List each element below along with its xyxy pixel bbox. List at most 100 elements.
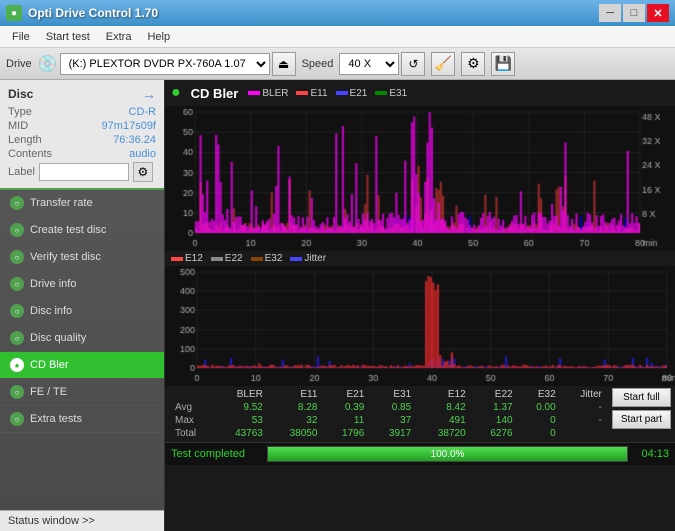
disc-info-icon: ○ — [10, 304, 24, 318]
drive-select[interactable]: (K:) PLEXTOR DVDR PX-760A 1.07 — [60, 53, 270, 75]
legend-e32-color — [251, 257, 263, 261]
create-test-disc-icon: ○ — [10, 223, 24, 237]
app-title: Opti Drive Control 1.70 — [28, 6, 158, 20]
sidebar-item-disc-quality[interactable]: ○ Disc quality — [0, 325, 164, 352]
legend-e11: E11 — [296, 88, 327, 99]
sidebar-item-verify-test-disc-label: Verify test disc — [30, 251, 101, 263]
legend-bler-label: BLER — [262, 88, 288, 99]
time-display: 04:13 — [634, 448, 669, 460]
legend-e31-label: E31 — [389, 88, 407, 99]
legend-e31: E31 — [375, 88, 407, 99]
sidebar-item-fe-te-label: FE / TE — [30, 386, 67, 398]
eject-button[interactable]: ⏏ — [272, 52, 296, 76]
disc-contents-label: Contents — [8, 148, 52, 160]
sidebar-item-disc-info[interactable]: ○ Disc info — [0, 298, 164, 325]
bler-chart — [165, 106, 675, 251]
col-e32: E32 — [519, 388, 562, 401]
disc-label-icon-button[interactable]: ⚙ — [133, 162, 153, 182]
legend-jitter-color — [290, 257, 302, 261]
start-part-button[interactable]: Start part — [612, 410, 671, 429]
legend-e21: E21 — [336, 88, 368, 99]
menu-start-test[interactable]: Start test — [38, 29, 98, 45]
sidebar-item-transfer-rate[interactable]: ○ Transfer rate — [0, 190, 164, 217]
window-controls: ─ □ ✕ — [599, 4, 669, 22]
sidebar-item-verify-test-disc[interactable]: ○ Verify test disc — [0, 244, 164, 271]
sidebar-item-fe-te[interactable]: ○ FE / TE — [0, 379, 164, 406]
progress-text: 100.0% — [268, 447, 627, 463]
close-button[interactable]: ✕ — [647, 4, 669, 22]
progress-area: Test completed 100.0% 04:13 — [165, 442, 675, 465]
erase-button[interactable]: 🧹 — [431, 52, 455, 76]
menu-file[interactable]: File — [4, 29, 38, 45]
status-window-button[interactable]: Status window >> — [0, 510, 164, 531]
disc-label-input[interactable] — [39, 163, 129, 181]
sidebar-item-create-test-disc-label: Create test disc — [30, 224, 106, 236]
speed-icon-button[interactable]: ↺ — [401, 52, 425, 76]
disc-type-label: Type — [8, 106, 32, 118]
sidebar-item-cd-bler-label: CD Bler — [30, 359, 69, 371]
menu-help[interactable]: Help — [139, 29, 178, 45]
disc-length-label: Length — [8, 134, 42, 146]
disc-mid-label: MID — [8, 120, 28, 132]
legend-e12-color — [171, 257, 183, 261]
progress-track: 100.0% — [267, 446, 628, 462]
toolbar: Drive 💿 (K:) PLEXTOR DVDR PX-760A 1.07 ⏏… — [0, 48, 675, 80]
sidebar-item-drive-info[interactable]: ○ Drive info — [0, 271, 164, 298]
sidebar-item-transfer-rate-label: Transfer rate — [30, 197, 93, 209]
start-full-button[interactable]: Start full — [612, 388, 671, 407]
sidebar-menu: ○ Transfer rate ○ Create test disc ○ Ver… — [0, 190, 164, 510]
legend-e21-color — [336, 91, 348, 95]
legend-jitter-label: Jitter — [304, 253, 326, 264]
legend-e32: E32 — [251, 253, 283, 264]
main-layout: Disc → Type CD-R MID 97m17s09f Length 76… — [0, 80, 675, 531]
drive-info-icon: ○ — [10, 277, 24, 291]
chart2-legend-bar: E12 E22 E32 Jitter — [165, 251, 675, 266]
sidebar-item-extra-tests[interactable]: ○ Extra tests — [0, 406, 164, 433]
cd-bler-chart-title: CD Bler — [191, 86, 239, 101]
sidebar-item-cd-bler[interactable]: ● CD Bler — [0, 352, 164, 379]
verify-test-disc-icon: ○ — [10, 250, 24, 264]
content-area: ● CD Bler BLER E11 E21 E31 — [165, 80, 675, 531]
drive-label: Drive — [6, 58, 32, 70]
col-e21: E21 — [323, 388, 370, 401]
sidebar-item-disc-quality-label: Disc quality — [30, 332, 86, 344]
col-e12: E12 — [417, 388, 472, 401]
sidebar-item-create-test-disc[interactable]: ○ Create test disc — [0, 217, 164, 244]
cd-bler-chart-icon: ● — [171, 84, 181, 102]
legend-e22-label: E22 — [225, 253, 243, 264]
speed-label: Speed — [302, 58, 334, 70]
app-icon: ● — [6, 5, 22, 21]
speed-selector-group: 40 X ↺ — [339, 52, 425, 76]
legend-e32-label: E32 — [265, 253, 283, 264]
legend-e12: E12 — [171, 253, 203, 264]
legend-bler: BLER — [248, 88, 288, 99]
e12-chart — [165, 266, 675, 386]
chart-header: ● CD Bler BLER E11 E21 E31 — [165, 80, 675, 106]
transfer-rate-icon: ○ — [10, 196, 24, 210]
col-e22: E22 — [472, 388, 519, 401]
legend-e21-label: E21 — [350, 88, 368, 99]
legend-jitter: Jitter — [290, 253, 326, 264]
disc-mid-value: 97m17s09f — [102, 120, 156, 132]
disc-length-value: 76:36.24 — [113, 134, 156, 146]
speed-select[interactable]: 40 X — [339, 53, 399, 75]
legend-e22: E22 — [211, 253, 243, 264]
col-jitter: Jitter — [562, 388, 608, 401]
title-bar: ● Opti Drive Control 1.70 ─ □ ✕ — [0, 0, 675, 26]
settings-button[interactable]: ⚙ — [461, 52, 485, 76]
menu-extra[interactable]: Extra — [98, 29, 140, 45]
menu-bar: File Start test Extra Help — [0, 26, 675, 48]
minimize-button[interactable]: ─ — [599, 4, 621, 22]
stats-table: BLER E11 E21 E31 E12 E22 E32 Jitter Avg9… — [169, 388, 608, 440]
legend-e22-color — [211, 257, 223, 261]
col-e11: E11 — [269, 388, 324, 401]
legend-e11-label: E11 — [310, 88, 327, 99]
col-bler: BLER — [214, 388, 269, 401]
legend-e11-color — [296, 91, 308, 95]
col-e31: E31 — [370, 388, 417, 401]
disc-arrow-icon[interactable]: → — [142, 86, 156, 102]
maximize-button[interactable]: □ — [623, 4, 645, 22]
chart1-legend: BLER E11 E21 E31 — [248, 88, 407, 99]
disc-label-key: Label — [8, 166, 35, 178]
save-button[interactable]: 💾 — [491, 52, 515, 76]
